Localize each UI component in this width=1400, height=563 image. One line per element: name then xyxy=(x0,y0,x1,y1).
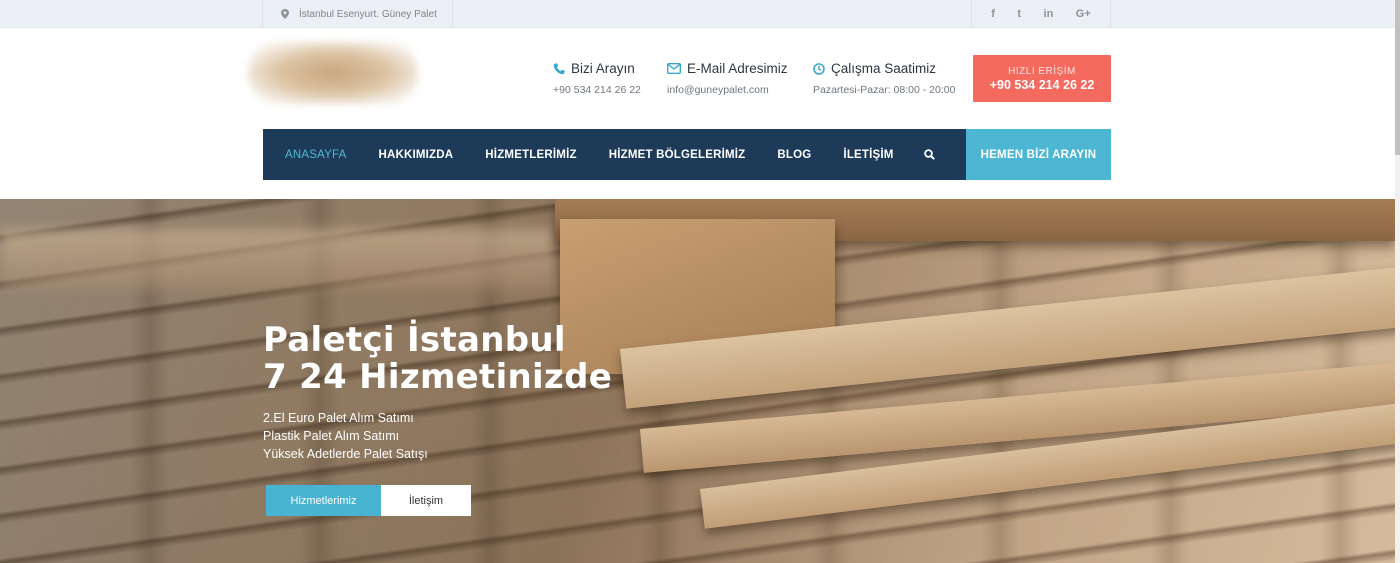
hero-line: 2.El Euro Palet Alım Satımı xyxy=(263,411,414,425)
hours-title: Çalışma Saatimiz xyxy=(831,61,937,76)
google-plus-icon[interactable]: G+ xyxy=(1076,8,1091,20)
address-block: İstanbul Esenyurt. Güney Palet xyxy=(262,0,453,28)
quick-access-label: HIZLI ERİŞİM xyxy=(1008,66,1076,77)
phone-icon xyxy=(553,62,565,74)
search-icon[interactable] xyxy=(923,149,935,160)
email-info: E-Mail Adresimiz info@guneypalet.com xyxy=(667,61,788,96)
hero-banner: Paletçi İstanbul 7 24 Hizmetinizde 2.El … xyxy=(0,199,1395,563)
map-pin-icon xyxy=(281,9,289,19)
facebook-icon[interactable]: f xyxy=(991,8,995,20)
nav-item-about[interactable]: HAKKIMIZDA xyxy=(378,149,453,161)
page-scrollbar[interactable] xyxy=(1395,0,1400,563)
nav-item-contact[interactable]: İLETİŞİM xyxy=(843,149,893,161)
services-button[interactable]: Hizmetlerimiz xyxy=(266,485,381,516)
linkedin-icon[interactable]: in xyxy=(1044,8,1054,20)
address-text: İstanbul Esenyurt. Güney Palet xyxy=(299,8,437,20)
email-value[interactable]: info@guneypalet.com xyxy=(667,84,788,96)
site-logo[interactable] xyxy=(248,42,418,104)
hero-title: Paletçi İstanbul 7 24 Hizmetinizde xyxy=(263,322,612,396)
email-title: E-Mail Adresimiz xyxy=(687,61,788,76)
envelope-icon xyxy=(667,63,681,74)
quick-access-button[interactable]: HIZLI ERİŞİM +90 534 214 26 22 xyxy=(973,55,1111,102)
phone-title: Bizi Arayın xyxy=(571,61,635,76)
background-plank xyxy=(0,229,555,289)
phone-info: Bizi Arayın +90 534 214 26 22 xyxy=(553,61,641,96)
hero-line: Plastik Palet Alım Satımı xyxy=(263,429,400,443)
main-nav: ANASAYFA HAKKIMIZDA HİZMETLERİMİZ HİZMET… xyxy=(263,129,1111,180)
hero-buttons: Hizmetlerimiz İletişim xyxy=(266,485,612,516)
hero-title-line1: Paletçi İstanbul xyxy=(263,320,566,360)
nav-item-services[interactable]: HİZMETLERİMİZ xyxy=(485,149,576,161)
hero-subtext: 2.El Euro Palet Alım Satımı Plastik Pale… xyxy=(263,409,612,463)
social-links: f t in G+ xyxy=(971,0,1111,28)
call-now-button[interactable]: HEMEN BİZİ ARAYIN xyxy=(966,129,1111,180)
twitter-icon[interactable]: t xyxy=(1017,8,1021,20)
clock-icon xyxy=(813,62,825,75)
contact-button[interactable]: İletişim xyxy=(381,485,471,516)
hero-line: Yüksek Adetlerde Palet Satışı xyxy=(263,447,428,461)
quick-access-number: +90 534 214 26 22 xyxy=(989,78,1095,92)
hours-value: Pazartesi-Pazar: 08:00 - 20:00 xyxy=(813,84,956,96)
nav-item-blog[interactable]: BLOG xyxy=(777,149,811,161)
hero-content: Paletçi İstanbul 7 24 Hizmetinizde 2.El … xyxy=(263,322,612,516)
hero-title-line2: 7 24 Hizmetinizde xyxy=(263,357,613,397)
nav-item-service-areas[interactable]: HİZMET BÖLGELERİMİZ xyxy=(609,149,746,161)
phone-value[interactable]: +90 534 214 26 22 xyxy=(553,84,641,96)
scrollbar-thumb[interactable] xyxy=(1395,0,1400,155)
hours-info: Çalışma Saatimiz Pazartesi-Pazar: 08:00 … xyxy=(813,61,955,96)
nav-item-home[interactable]: ANASAYFA xyxy=(285,149,346,161)
top-bar: İstanbul Esenyurt. Güney Palet f t in G+ xyxy=(0,0,1400,28)
